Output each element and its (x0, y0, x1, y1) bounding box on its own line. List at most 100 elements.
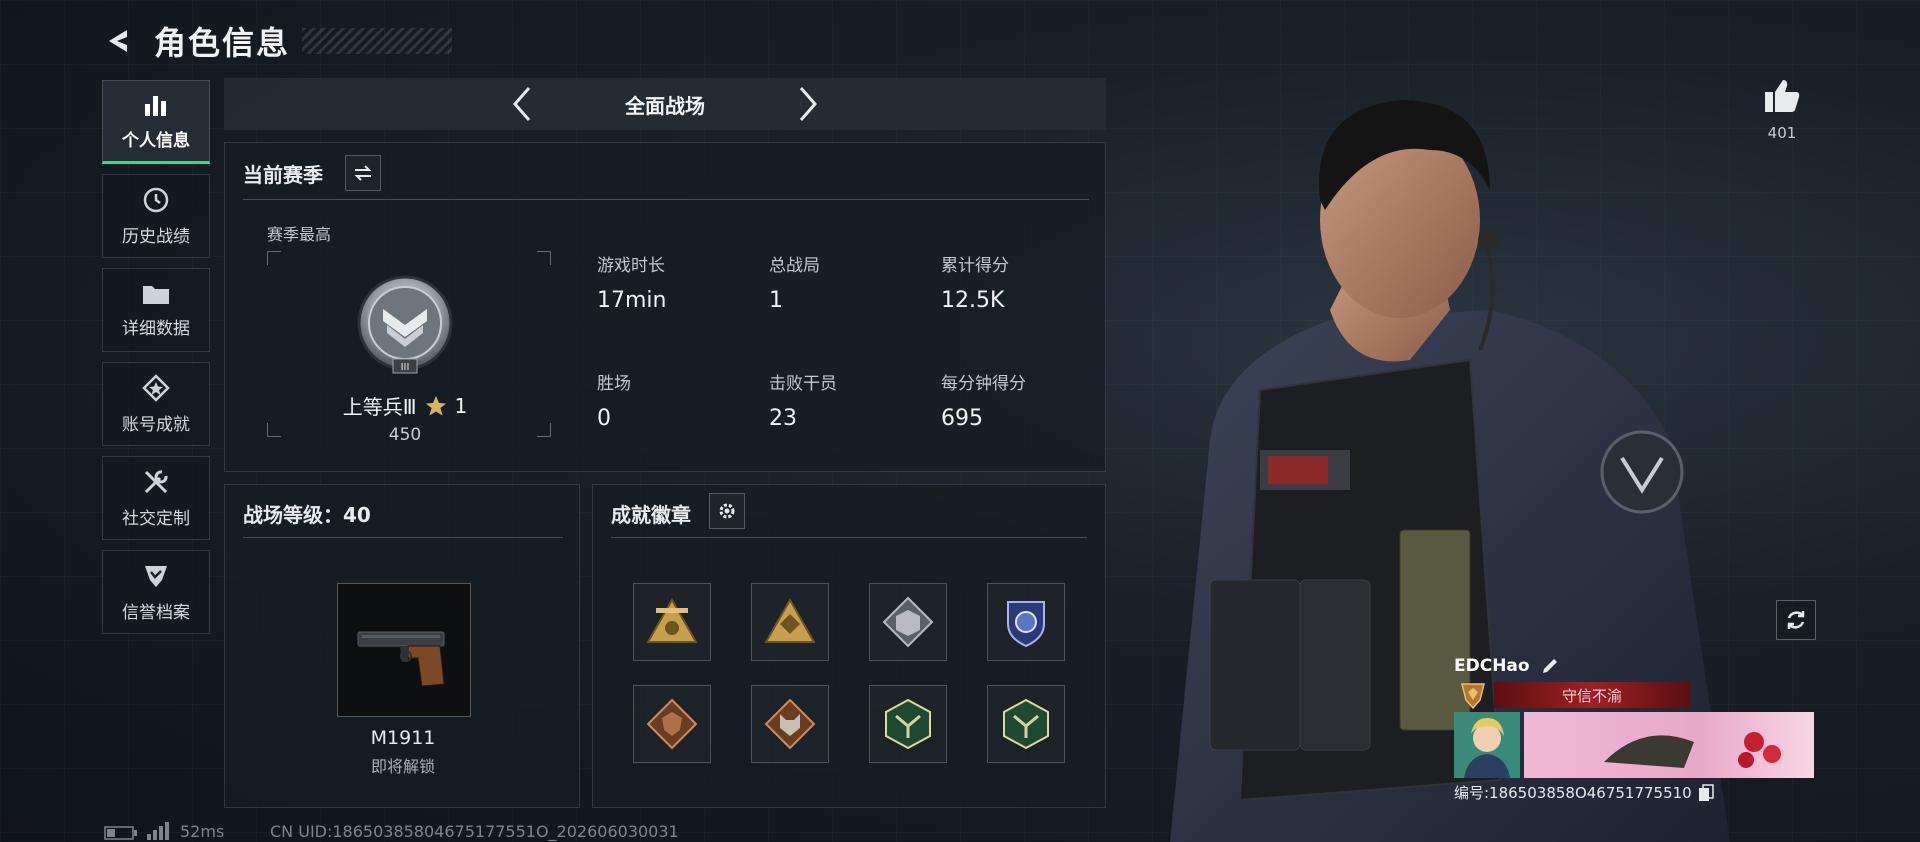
stat-wins: 胜场 0 (597, 369, 631, 431)
badge-slot[interactable] (751, 685, 829, 763)
copy-icon[interactable] (1698, 783, 1714, 802)
rotate-model-button[interactable] (1776, 600, 1816, 640)
player-id-row: 编号:186503858O46751775510 (1454, 782, 1814, 803)
title-medal-icon (1461, 683, 1485, 710)
mode-title: 全面战场 (625, 93, 705, 118)
stat-value: 0 (597, 406, 611, 431)
green-hex-emblem-icon (1003, 698, 1049, 750)
badges-divider (611, 537, 1087, 538)
chevron-right-icon (799, 87, 817, 121)
sidebar-item-label: 账号成就 (122, 414, 190, 435)
green-hex-emblem-icon (885, 698, 931, 750)
stat-total-matches: 总战局 1 (769, 251, 820, 313)
svg-text:III: III (401, 362, 410, 373)
badge-settings-button[interactable] (709, 493, 745, 529)
next-mode-button[interactable] (790, 86, 826, 122)
player-name: EDCHao (1454, 656, 1530, 676)
page-header: 角色信息 (100, 18, 453, 64)
clock-badge-icon (143, 187, 169, 212)
achievement-star-icon (142, 373, 170, 402)
star-icon (425, 395, 446, 415)
bronze-dragon-emblem-icon (646, 698, 698, 750)
sidebar-item-label: 个人信息 (122, 130, 190, 151)
sidebar-item-label: 详细数据 (122, 318, 190, 339)
sidebar-item-personal-info[interactable]: 个人信息 (102, 80, 210, 164)
tools-icon (144, 469, 168, 493)
weapon-status: 即将解锁 (370, 757, 435, 776)
sidebar-item-match-history[interactable]: 历史战绩 (102, 174, 210, 258)
level-divider (243, 537, 563, 538)
sidebar-item-account-achievements[interactable]: 账号成就 (102, 362, 210, 446)
gear-icon (719, 503, 735, 519)
shield-check-icon (145, 565, 167, 587)
card-row (1454, 712, 1814, 778)
rank-name-row: 上等兵Ⅲ 1 (295, 391, 515, 420)
badges-panel: 成就徽章 (592, 484, 1106, 808)
badge-slot[interactable] (751, 583, 829, 661)
badge-slot[interactable] (869, 685, 947, 763)
sidebar-item-social-customize[interactable]: 社交定制 (102, 456, 210, 540)
edit-pencil-icon[interactable] (1540, 656, 1560, 676)
stat-label: 击败干员 (769, 374, 837, 394)
uid-footer-text: CN UID:18650385804675177551O_20260603003… (270, 822, 679, 841)
silver-cube-emblem-icon (882, 596, 934, 648)
badge-slot[interactable] (987, 583, 1065, 661)
stat-score-per-minute: 每分钟得分 695 (941, 369, 1026, 431)
player-card: EDCHao 守信不渝 编号:186503858O46751775510 (1454, 656, 1814, 803)
season-section-title: 当前赛季 (243, 163, 323, 187)
stat-value: 23 (769, 406, 797, 431)
pistol-icon (357, 631, 445, 687)
badge-slot[interactable] (633, 583, 711, 661)
frame-corner (267, 251, 281, 265)
prev-mode-button[interactable] (504, 86, 540, 122)
chevron-left-icon (513, 87, 531, 121)
season-best-label: 赛季最高 (267, 225, 332, 244)
bar-chart-icon (145, 95, 166, 116)
frame-corner (537, 423, 551, 437)
avatar[interactable] (1454, 712, 1520, 778)
sidebar-item-credit-record[interactable]: 信誉档案 (102, 550, 210, 634)
player-id: 编号:186503858O46751775510 (1454, 784, 1692, 802)
thumbs-up-icon (1765, 80, 1800, 112)
frame-corner (267, 423, 281, 437)
player-name-row: EDCHao (1454, 656, 1814, 676)
rank-points: 450 (388, 425, 422, 445)
title-bar: 守信不渝 (1494, 682, 1690, 708)
stat-kills: 击败干员 23 (769, 369, 837, 431)
sidebar-item-detailed-data[interactable]: 详细数据 (102, 268, 210, 352)
switch-season-button[interactable] (345, 155, 381, 191)
title-row: 守信不渝 (1454, 682, 1814, 710)
name-card-banner (1524, 712, 1814, 778)
stat-value: 695 (941, 406, 983, 431)
sidebar-item-label: 历史战绩 (122, 226, 190, 247)
player-title: 守信不渝 (1561, 686, 1622, 705)
stat-label: 胜场 (597, 374, 631, 394)
badge-slot[interactable] (869, 583, 947, 661)
battery-icon (104, 826, 137, 840)
badges-section-title: 成就徽章 (611, 503, 691, 527)
frame-corner (537, 251, 551, 265)
stat-label: 游戏时长 (597, 256, 665, 276)
battlefield-level-label: 战场等级：40 (243, 503, 371, 527)
stat-label: 每分钟得分 (941, 374, 1026, 394)
weapon-card[interactable] (337, 583, 471, 717)
sidebar-item-label: 社交定制 (122, 508, 190, 529)
title-decoration (302, 28, 453, 54)
stat-label: 总战局 (769, 256, 820, 276)
back-button[interactable] (100, 23, 136, 59)
badge-slot[interactable] (633, 685, 711, 763)
stat-play-time: 游戏时长 17min (597, 251, 666, 313)
like-button[interactable]: 401 (1760, 78, 1804, 142)
season-panel: 当前赛季 赛季最高 III 上等兵Ⅲ 1 450 游戏时长 17min 总战局 (224, 142, 1106, 472)
rank-name: 上等兵Ⅲ (342, 395, 417, 419)
sidebar: 个人信息 历史战绩 详细数据 账号成就 社交定制 信誉档案 (102, 80, 210, 634)
ping-text: 52ms (180, 822, 225, 841)
stat-value: 17min (597, 288, 667, 313)
blue-shield-emblem-icon (1007, 601, 1045, 648)
badge-slot[interactable] (987, 685, 1065, 763)
stat-value: 1 (769, 288, 783, 313)
like-count: 401 (1767, 124, 1797, 142)
stat-total-score: 累计得分 12.5K (941, 251, 1009, 313)
gold-triangle-emblem-icon (646, 597, 698, 643)
folder-icon (143, 285, 169, 304)
